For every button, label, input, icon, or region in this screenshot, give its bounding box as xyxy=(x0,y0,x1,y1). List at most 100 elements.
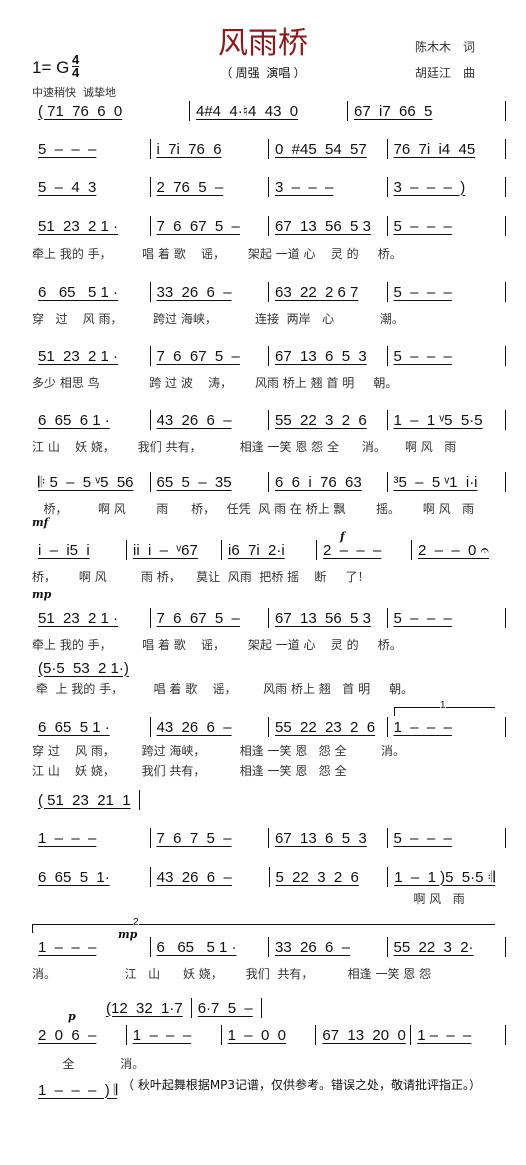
volta-2-label: 2 xyxy=(133,917,139,928)
bar-line xyxy=(505,282,506,302)
notation-row: 1 – – – 6 65 5 1 · 33 26 6 – 55 22 3 2· xyxy=(32,937,506,957)
singer: （ 周强 演唱 ） xyxy=(220,66,306,80)
measure: 5 – – – xyxy=(393,609,452,627)
tempo-marking: 中速稍快 诚挚地 xyxy=(32,86,116,99)
footer-note: （ 秋叶起舞根据MP3记谱，仅供参考。错误之处，敬请批评指正。） xyxy=(122,1078,482,1092)
measure: 43 26 6 – xyxy=(156,718,232,736)
measure: 7 6 67 5 – xyxy=(156,217,240,235)
bar-line xyxy=(505,608,506,628)
measure: 67 i7 66 5 xyxy=(354,102,433,120)
bar-line xyxy=(505,139,506,159)
measure: i – i5 i xyxy=(38,541,90,559)
measure: (5·5 53 2 1·) xyxy=(38,659,129,677)
notation-row: 51 23 2 1 · 7 6 67 5 – 67 13 56 5 3 5 – – – xyxy=(32,216,506,236)
measure: 1 – – – xyxy=(132,1026,192,1044)
dynamic-p: p xyxy=(68,1010,76,1023)
bar-line xyxy=(504,1025,506,1045)
measure: 67 13 6 5 3 xyxy=(275,829,367,847)
notation-row: (5·5 53 2 1·) xyxy=(32,658,137,678)
volta-2: 2 xyxy=(32,917,495,933)
notation-row: ( 51 23 21 1 xyxy=(32,790,140,810)
measure: 5 – – – xyxy=(393,283,452,301)
measure: 1 – 0 0 xyxy=(227,1026,286,1044)
measure: ii i – ᵛ67 xyxy=(133,541,198,559)
lyrics-line: 消。 江 山 妖 娆， 我们 共有， 相逢 一笑 恩 怨 xyxy=(32,967,432,981)
bar-line xyxy=(505,410,506,430)
measure: 1 – – – xyxy=(393,718,452,736)
measure: 6 65 6 1 · xyxy=(38,411,110,429)
notation-row: 5 – 4 3 2 76 5 – 3 – – – 3 – – – ) xyxy=(32,177,506,197)
bar-line xyxy=(505,937,506,957)
measure: 6·7 5 – xyxy=(197,999,253,1017)
notation-row: 6 65 5 1 · 43 26 6 – 55 22 23 2 6 1 – – – xyxy=(32,717,506,737)
measure: 67 13 56 5 3 xyxy=(275,217,371,235)
measure: 1 – – – xyxy=(38,829,97,847)
lyrics-line: 牵上 我的 手， 唱 着 歌 谣， 架起 一道 心 灵 的 桥。 xyxy=(32,638,402,652)
bar-line xyxy=(505,717,506,737)
bar-line xyxy=(505,101,506,121)
measure: 2 0 6 – xyxy=(38,1026,97,1044)
notation-row: 6 65 6 1 · 43 26 6 – 55 22 3 2 6 1 – 1 ᵛ5 5… xyxy=(32,410,506,430)
measure: 5 – – – xyxy=(393,217,452,235)
lyrics-line: 啊 风 雨 xyxy=(32,892,465,906)
measure: i 7i 76 6 xyxy=(156,140,222,158)
bar-line xyxy=(505,177,506,197)
lyrics-line: 桥， 啊 风 雨 桥， 莫让 风雨 把桥 摇 断 了！ xyxy=(32,570,370,584)
notation-row: 1 – – – 7 6 7 5 – 67 13 6 5 3 5 – – – xyxy=(32,828,506,848)
measure: 1 – – – ) 𝄂 xyxy=(38,1081,118,1099)
measure: 5 – 4 3 xyxy=(38,178,97,196)
measure: 7 6 67 5 – xyxy=(156,609,240,627)
notation-row: (12 32 1·7 6·7 5 – xyxy=(100,998,262,1018)
lyrics-line: 桥， 啊 风 雨 桥， 任凭 风 雨 在 桥上 飘 摇。 啊 风 雨 xyxy=(32,502,475,516)
notation-row: ( 71 76 6 0 4#4 4·♮4 43 0 67 i7 66 5 xyxy=(32,101,506,121)
bar-line xyxy=(260,998,262,1018)
bar-line xyxy=(505,216,506,236)
measure: 51 23 2 1 · xyxy=(38,347,119,365)
measure: 6 65 5 1 · xyxy=(38,718,110,736)
lyrics-line: 江 山 妖 娆， 我们 共有， 相逢 一笑 恩 怨 全 xyxy=(32,764,347,778)
lyrics-line: 穿 过 风 雨， 跨过 海峡， 相逢 一笑 恩 怨 全 消。 xyxy=(32,744,405,758)
measure: 3 – – – xyxy=(275,178,334,196)
measure: 𝄆 5 – 5 ᵛ5 56 xyxy=(38,473,134,491)
volta-1: 1 xyxy=(394,700,495,716)
measure: 55 22 3 2 6 xyxy=(275,411,367,429)
lyrics-line: 江 山 妖 娆， 我们 共有， 相逢 一笑 恩 怨 全 消。 啊 风 雨 xyxy=(32,440,457,454)
measure: 6 65 5 1· xyxy=(38,868,110,886)
measure: 1 – 1 ᵛ5 5·5 xyxy=(393,411,483,429)
measure: 7 6 67 5 – xyxy=(156,347,240,365)
dynamic-mf: mf xyxy=(32,516,49,529)
notation-row: 51 23 2 1 · 7 6 67 5 – 67 13 56 5 3 5 – – – xyxy=(32,608,506,628)
measure: 5 – – – xyxy=(393,829,452,847)
notation-row: 1 – – – ) 𝄂 xyxy=(32,1080,125,1100)
measure: 43 26 6 – xyxy=(156,411,232,429)
lyrics-line: 牵 上 我的 手， 唱 着 歌 谣， 风雨 桥上 翘 首 明 朝。 xyxy=(32,682,414,696)
bar-line xyxy=(505,828,506,848)
measure: 6 65 5 1 · xyxy=(38,283,119,301)
notation-row: 𝄆 5 – 5 ᵛ5 56 65 5 – 35 6 6 i 76 63 ³5 – 5 … xyxy=(32,472,506,492)
measure: 5 – – – xyxy=(38,140,97,158)
bar-line xyxy=(505,472,506,492)
measure: 3 – – – ) xyxy=(393,178,466,196)
notation-row: 2 0 6 – 1 – – – 1 – 0 0 67 13 20 0 1 – – – xyxy=(32,1025,506,1045)
measure: 63 22 2 6 7 xyxy=(275,283,359,301)
measure: 4#4 4·♮4 43 0 xyxy=(196,103,299,120)
measure: 0 #45 54 57 xyxy=(275,140,367,158)
lyrics-line: 牵上 我的 手， 唱 着 歌 谣， 架起 一道 心 灵 的 桥。 xyxy=(32,247,402,261)
sheet-music-page: 风雨桥 陈木木 词 胡廷江 曲 1= G 44 （ 周强 演唱 ） 中速稍快 诚… xyxy=(0,0,526,1165)
measure: 6 65 5 1 · xyxy=(156,938,237,956)
measure: i6 7i 2·i xyxy=(228,541,285,559)
measure: 1 – 1 )5 5·5 𝄇 xyxy=(394,868,495,886)
lyrics-line: 多少 相思 鸟 跨 过 波 涛， 风雨 桥上 翘 首 明 朝。 xyxy=(32,376,398,390)
notation-row: i – i5 i ii i – ᵛ67 i6 7i 2·i 2 – – – 2 – – … xyxy=(32,540,506,560)
measure: 1 – – – xyxy=(417,1026,472,1044)
measure: 2 76 5 – xyxy=(156,178,224,196)
measure: 51 23 2 1 · xyxy=(38,609,119,627)
dynamic-mp: mp xyxy=(32,588,52,601)
measure: 76 7i i4 45 xyxy=(393,140,476,158)
notation-row: 5 – – – i 7i 76 6 0 #45 54 57 76 7i i4 45 xyxy=(32,139,506,159)
volta-1-label: 1 xyxy=(440,700,446,711)
measure: 55 22 3 2· xyxy=(393,938,474,956)
lyrics-line: 穿 过 风 雨， 跨过 海峡， 连接 两岸 心 潮。 xyxy=(32,312,404,326)
measure: 5 – – – xyxy=(393,347,452,365)
measure: (12 32 1·7 xyxy=(106,999,183,1017)
